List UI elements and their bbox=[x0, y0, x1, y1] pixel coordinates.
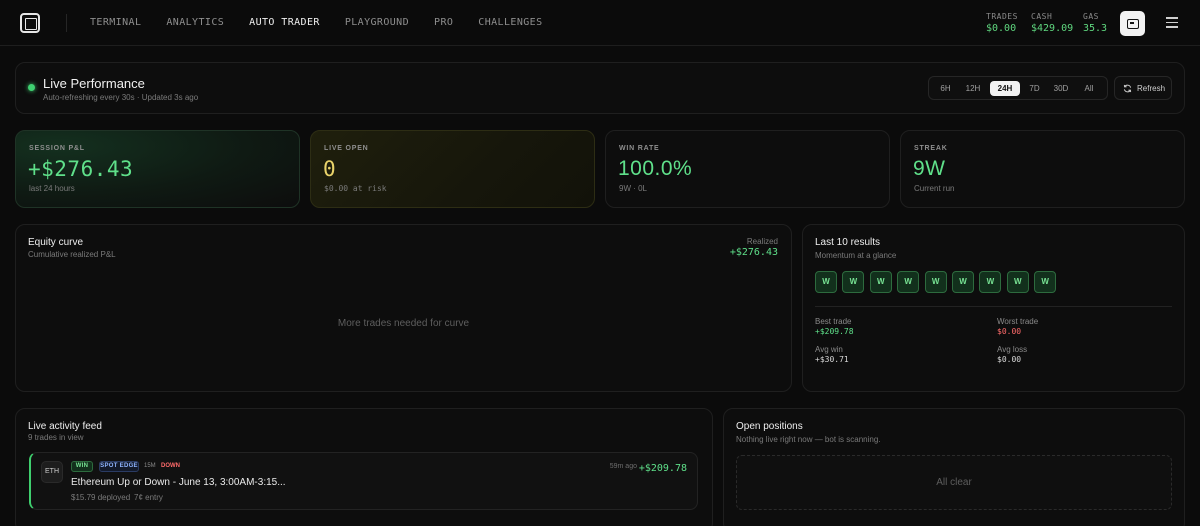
entry-price: 7¢ entry bbox=[134, 493, 163, 502]
nav-item-auto-trader[interactable]: AUTO TRADER bbox=[249, 17, 320, 28]
equity-curve-panel bbox=[15, 224, 792, 392]
kpi-label: STREAK bbox=[914, 145, 948, 152]
positions-subtitle: Nothing live right now — bot is scanning… bbox=[736, 435, 881, 444]
top-nav-bar: TERMINAL ANALYTICS AUTO TRADER PLAYGROUN… bbox=[0, 0, 1200, 46]
range-12h[interactable]: 12H bbox=[961, 81, 985, 96]
results-title: Last 10 results bbox=[815, 237, 881, 248]
kpi-value: 100.0% bbox=[618, 157, 693, 180]
stat-gas-label: GAS bbox=[1083, 12, 1099, 21]
logo-icon[interactable] bbox=[20, 13, 40, 33]
nav-item-analytics[interactable]: ANALYTICS bbox=[166, 17, 224, 28]
stat-trades-label: TRADES bbox=[986, 12, 1018, 21]
kpi-streak: STREAK 9W Current run bbox=[900, 130, 1185, 208]
result-badge-3: W bbox=[869, 271, 892, 293]
refresh-button[interactable]: Refresh bbox=[1114, 76, 1172, 100]
results-divider bbox=[815, 306, 1172, 307]
kpi-value: 9W bbox=[913, 157, 946, 180]
page-title: Live Performance bbox=[43, 76, 145, 91]
direction-label: DOWN bbox=[161, 463, 180, 469]
refresh-label: Refresh bbox=[1137, 84, 1166, 93]
deployed-amount: $15.79 deployed bbox=[71, 493, 131, 502]
stat-cash: CASH $429.09 bbox=[1031, 12, 1073, 34]
main-nav: TERMINAL ANALYTICS AUTO TRADER PLAYGROUN… bbox=[90, 17, 543, 28]
trade-pnl: +$209.78 bbox=[638, 463, 687, 474]
kpi-sub: 9W · 0L bbox=[619, 184, 648, 193]
positions-empty-state: All clear bbox=[936, 477, 972, 488]
feed-title: Live activity feed bbox=[28, 421, 102, 432]
avg-loss-label: Avg loss bbox=[997, 345, 1028, 354]
result-badge-2: W bbox=[842, 271, 865, 293]
result-badge-9: W bbox=[1034, 271, 1057, 293]
token-eth-icon: ETH bbox=[41, 461, 63, 483]
range-all[interactable]: All bbox=[1079, 81, 1099, 96]
market-title: Ethereum Up or Down - June 13, 3:00AM-3:… bbox=[71, 477, 286, 488]
result-badge-1: W bbox=[815, 271, 837, 293]
nav-divider bbox=[66, 14, 67, 32]
kpi-session-pnl: SESSION P&L +$276.43 last 24 hours bbox=[15, 130, 300, 208]
last-results-panel bbox=[802, 224, 1185, 392]
avg-loss-value: $0.00 bbox=[997, 355, 1022, 364]
time-range-selector: 6H 12H 24H 7D 30D All bbox=[928, 76, 1108, 100]
kpi-label: SESSION P&L bbox=[29, 145, 85, 152]
kpi-sub: $0.00 at risk bbox=[324, 184, 387, 193]
best-trade-value: +$209.78 bbox=[815, 327, 854, 336]
refresh-status-text: Auto-refreshing every 30s · Updated 3s a… bbox=[43, 93, 199, 102]
stat-cash-label: CASH bbox=[1031, 12, 1053, 21]
positions-title: Open positions bbox=[736, 421, 803, 432]
range-30d[interactable]: 30D bbox=[1049, 81, 1073, 96]
kpi-live-open: LIVE OPEN 0 $0.00 at risk bbox=[310, 130, 595, 208]
refresh-icon bbox=[1123, 84, 1132, 93]
result-badge-4: W bbox=[897, 271, 920, 293]
nav-item-terminal[interactable]: TERMINAL bbox=[90, 17, 141, 28]
kpi-win-rate: WIN RATE 100.0% 9W · 0L bbox=[605, 130, 890, 208]
kpi-value: +$276.43 bbox=[28, 157, 134, 181]
equity-title: Equity curve bbox=[28, 237, 84, 248]
best-trade-label: Best trade bbox=[815, 317, 852, 326]
kpi-sub: Current run bbox=[914, 184, 955, 193]
kpi-label: WIN RATE bbox=[619, 145, 660, 152]
result-badge-7: W bbox=[979, 271, 1002, 293]
positions-empty-box: All clear bbox=[736, 455, 1172, 510]
avg-win-label: Avg win bbox=[815, 345, 843, 354]
wallet-icon[interactable] bbox=[1120, 11, 1145, 36]
result-badge-5: W bbox=[924, 271, 947, 293]
range-24h[interactable]: 24H bbox=[990, 81, 1020, 96]
kpi-sub: last 24 hours bbox=[29, 184, 75, 193]
nav-item-challenges[interactable]: CHALLENGES bbox=[478, 17, 542, 28]
stat-gas-value: 35.3 bbox=[1083, 23, 1108, 34]
nav-item-playground[interactable]: PLAYGROUND bbox=[345, 17, 409, 28]
stat-trades-value: $0.00 bbox=[986, 23, 1017, 34]
kpi-label: LIVE OPEN bbox=[324, 145, 369, 152]
equity-subtitle: Cumulative realized P&L bbox=[28, 250, 116, 259]
avg-win-value: +$30.71 bbox=[815, 355, 849, 364]
strategy-badge: SPOT EDGE bbox=[99, 461, 139, 472]
worst-trade-value: $0.00 bbox=[997, 327, 1022, 336]
equity-empty-state: More trades needed for curve bbox=[337, 318, 470, 329]
range-6h[interactable]: 6H bbox=[935, 81, 956, 96]
feed-subtitle: 9 trades in view bbox=[28, 433, 84, 442]
result-badge-8: W bbox=[1006, 271, 1029, 293]
stat-trades: TRADES $0.00 bbox=[986, 12, 1018, 34]
result-badge: WIN bbox=[71, 461, 93, 472]
stat-cash-value: $429.09 bbox=[1031, 23, 1074, 34]
worst-trade-label: Worst trade bbox=[997, 317, 1039, 326]
timeframe-label: 15M bbox=[144, 463, 156, 469]
realized-value: +$276.43 bbox=[729, 247, 778, 258]
kpi-value: 0 bbox=[323, 157, 337, 181]
hamburger-menu-icon[interactable] bbox=[1166, 17, 1178, 28]
nav-item-pro[interactable]: PRO bbox=[434, 17, 453, 28]
feed-item[interactable]: ETH WIN SPOT EDGE 15M DOWN Ethereum Up o… bbox=[29, 452, 698, 510]
stat-gas: GAS 35.3 bbox=[1083, 12, 1107, 34]
realized-label: Realized bbox=[746, 237, 778, 246]
range-7d[interactable]: 7D bbox=[1025, 81, 1044, 96]
result-badge-6: W bbox=[952, 271, 974, 293]
live-status-dot bbox=[28, 84, 35, 91]
results-subtitle: Momentum at a glance bbox=[815, 251, 897, 260]
